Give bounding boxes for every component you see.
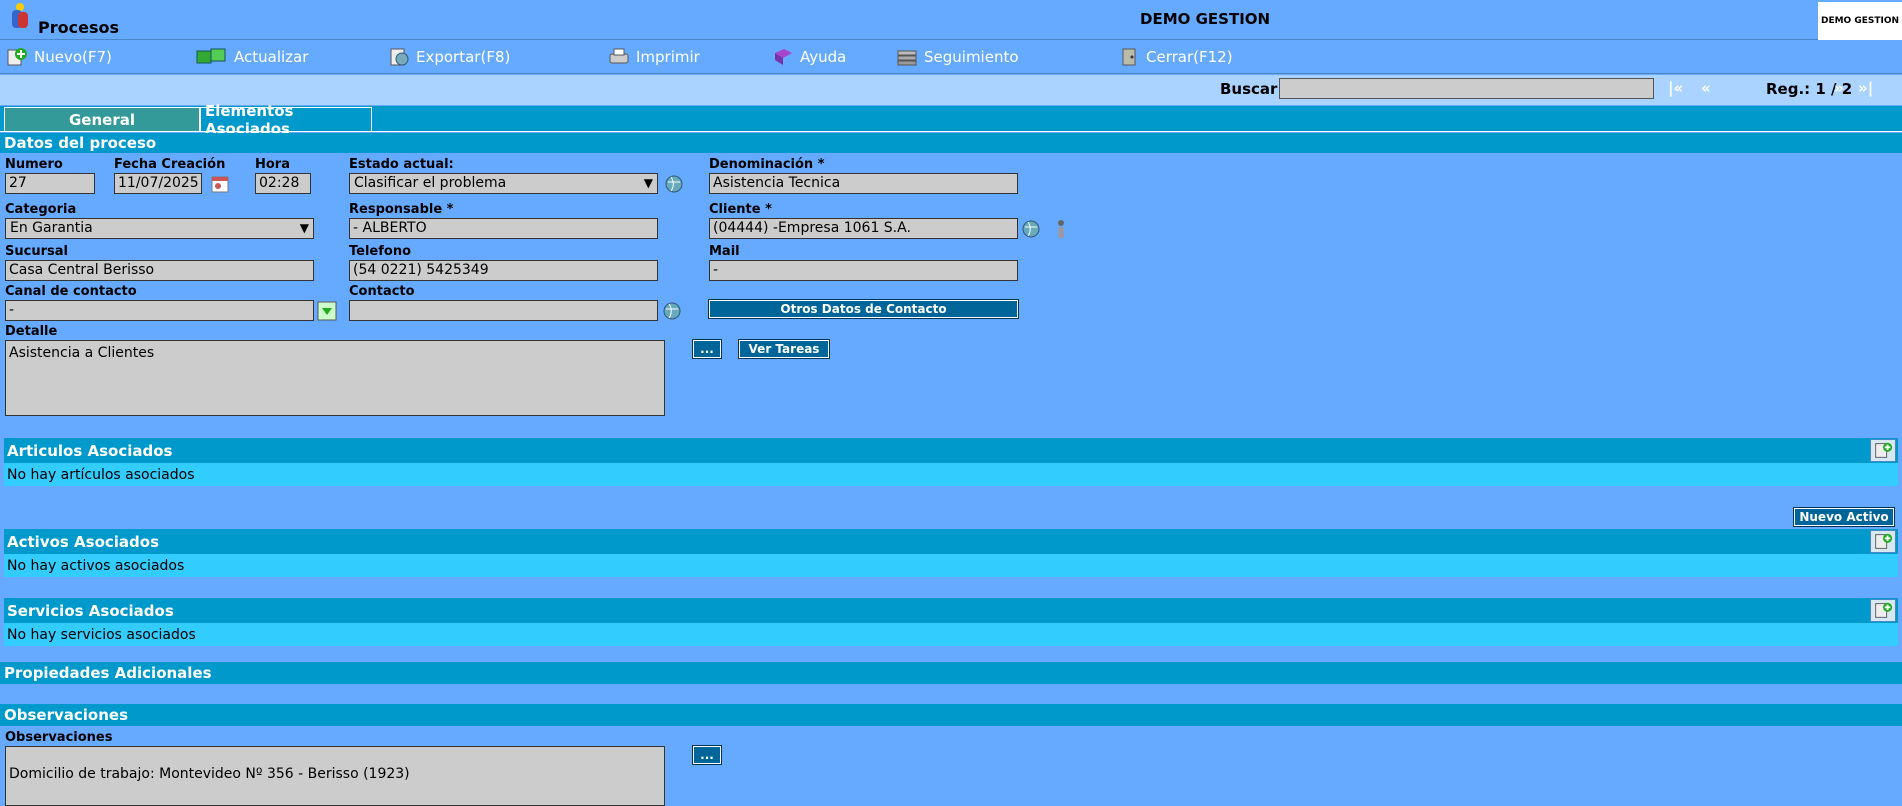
- toolbar: Nuevo(F7) Actualizar Exportar(F8) Imprim…: [0, 41, 1902, 74]
- nuevo-label: Nuevo(F7): [34, 48, 112, 66]
- calendar-icon[interactable]: [209, 173, 231, 195]
- title-bar: Procesos DEMO GESTION DEMO GESTION: [0, 0, 1902, 40]
- detalle-expand-button[interactable]: ...: [692, 339, 722, 359]
- imprimir-button[interactable]: Imprimir: [608, 47, 700, 67]
- nuevo-button[interactable]: Nuevo(F7): [6, 47, 112, 67]
- observaciones-label: Observaciones: [5, 730, 113, 745]
- categoria-label: Categoria: [5, 202, 77, 217]
- estado-value: Clasificar el problema: [354, 175, 507, 191]
- books-icon: [897, 50, 917, 66]
- observaciones-expand-button[interactable]: ...: [692, 745, 722, 765]
- ayuda-label: Ayuda: [800, 48, 847, 66]
- responsable-label: Responsable *: [349, 202, 454, 217]
- search-label: Buscar: [1220, 80, 1278, 98]
- ver-tareas-button[interactable]: Ver Tareas: [738, 339, 830, 359]
- propiedades-body: [0, 684, 1902, 704]
- actualizar-label: Actualizar: [234, 48, 309, 66]
- next-record-button[interactable]: »: [1834, 79, 1844, 97]
- telefono-field[interactable]: (54 0221) 5425349: [349, 260, 658, 281]
- fecha-label: Fecha Creación: [114, 157, 226, 172]
- printer-icon: [609, 48, 629, 64]
- denominacion-field[interactable]: Asistencia Tecnica: [709, 173, 1018, 194]
- company-logo: DEMO GESTION: [1818, 2, 1902, 40]
- mail-field[interactable]: -: [709, 260, 1018, 281]
- page-title: Procesos: [38, 18, 119, 37]
- numero-label: Numero: [5, 157, 63, 172]
- cliente-label: Cliente *: [709, 202, 772, 217]
- add-servicio-icon[interactable]: [1870, 599, 1896, 622]
- section-activos: Activos Asociados: [4, 529, 1898, 554]
- section-servicios: Servicios Asociados: [4, 598, 1898, 623]
- contacto-field[interactable]: [349, 300, 658, 321]
- tab-elementos-asociados[interactable]: Elementos Asociados: [200, 102, 372, 138]
- seguimiento-label: Seguimiento: [924, 48, 1019, 66]
- refresh-icon: [196, 48, 226, 64]
- hora-field[interactable]: 02:28: [255, 173, 311, 194]
- help-book-icon: [775, 49, 792, 65]
- app-logo-icon: [12, 3, 28, 28]
- activos-empty-text: No hay activos asociados: [4, 554, 1898, 577]
- dropdown-filter-icon[interactable]: [316, 300, 338, 322]
- close-door-icon: [1122, 48, 1136, 66]
- info-person-icon[interactable]: [1050, 218, 1072, 240]
- exportar-button[interactable]: Exportar(F8): [388, 47, 510, 67]
- activos-title: Activos Asociados: [7, 532, 160, 551]
- sucursal-label: Sucursal: [5, 244, 68, 259]
- servicios-title: Servicios Asociados: [7, 601, 174, 620]
- actualizar-button[interactable]: Actualizar: [196, 47, 308, 67]
- globe-icon[interactable]: [663, 173, 685, 195]
- servicios-empty-text: No hay servicios asociados: [4, 623, 1898, 646]
- search-input[interactable]: [1279, 78, 1654, 99]
- estado-label: Estado actual:: [349, 157, 454, 172]
- cliente-field[interactable]: (04444) -Empresa 1061 S.A.: [709, 218, 1018, 239]
- section-observaciones: Observaciones: [0, 704, 1902, 726]
- denominacion-label: Denominación *: [709, 157, 825, 172]
- last-record-button[interactable]: »|: [1858, 79, 1873, 97]
- articulos-title: Articulos Asociados: [7, 441, 173, 460]
- nuevo-activo-button[interactable]: Nuevo Activo: [1793, 507, 1895, 527]
- add-activo-icon[interactable]: [1870, 530, 1896, 553]
- canal-label: Canal de contacto: [5, 284, 137, 299]
- company-name: DEMO GESTION: [1140, 10, 1271, 28]
- contacto-label: Contacto: [349, 284, 415, 299]
- exportar-label: Exportar(F8): [416, 48, 511, 66]
- categoria-select[interactable]: En Garantia ▼: [5, 218, 314, 239]
- prev-record-button[interactable]: «: [1701, 79, 1711, 97]
- globe-icon[interactable]: [661, 300, 683, 322]
- ayuda-button[interactable]: Ayuda: [772, 47, 846, 67]
- chevron-down-icon: ▼: [299, 221, 309, 235]
- cerrar-label: Cerrar(F12): [1146, 48, 1233, 66]
- section-articulos: Articulos Asociados: [4, 438, 1898, 463]
- export-icon: [390, 48, 409, 66]
- estado-select[interactable]: Clasificar el problema ▼: [349, 173, 658, 194]
- tab-bar: General Elementos Asociados: [0, 102, 1902, 138]
- cerrar-button[interactable]: Cerrar(F12): [1118, 47, 1233, 67]
- seguimiento-button[interactable]: Seguimiento: [896, 47, 1019, 67]
- observaciones-textarea[interactable]: Domicilio de trabajo: Montevideo Nº 356 …: [5, 746, 665, 806]
- otros-datos-contacto-button[interactable]: Otros Datos de Contacto: [708, 299, 1019, 319]
- add-articulo-icon[interactable]: [1870, 439, 1896, 462]
- numero-field[interactable]: 27: [5, 173, 95, 194]
- first-record-button[interactable]: |«: [1668, 79, 1683, 97]
- imprimir-label: Imprimir: [636, 48, 700, 66]
- sucursal-field[interactable]: Casa Central Berisso: [5, 260, 314, 281]
- search-bar: Buscar |« « Reg.: 1 / 2 » »|: [0, 75, 1902, 105]
- new-doc-icon: [7, 48, 27, 66]
- fecha-field[interactable]: 11/07/2025: [114, 173, 202, 194]
- tab-general[interactable]: General: [4, 107, 200, 132]
- section-propiedades: Propiedades Adicionales: [0, 662, 1902, 684]
- detalle-label: Detalle: [5, 324, 58, 339]
- detalle-textarea[interactable]: Asistencia a Clientes: [5, 340, 665, 416]
- chevron-down-icon: ▼: [643, 176, 653, 190]
- telefono-label: Telefono: [349, 244, 412, 259]
- canal-field[interactable]: -: [5, 300, 314, 321]
- hora-label: Hora: [255, 157, 290, 172]
- articulos-empty-text: No hay artículos asociados: [4, 463, 1898, 486]
- mail-label: Mail: [709, 244, 740, 259]
- responsable-field[interactable]: - ALBERTO: [349, 218, 658, 239]
- categoria-value: En Garantia: [10, 220, 93, 236]
- globe-icon[interactable]: [1020, 218, 1042, 240]
- section-datos-proceso: Datos del proceso: [0, 133, 1902, 153]
